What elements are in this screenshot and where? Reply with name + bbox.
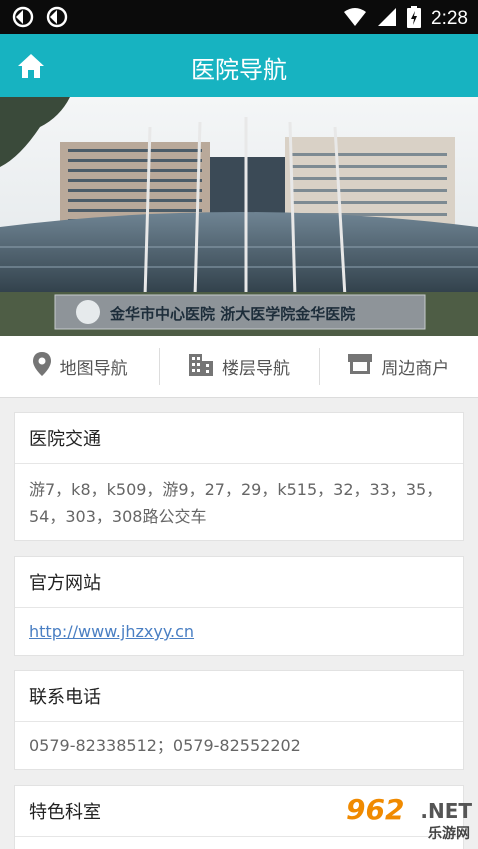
status-bar: 2:28 xyxy=(0,0,478,34)
website-link[interactable]: http://www.jhzxyy.cn xyxy=(29,622,194,641)
phone-body[interactable]: 0579-82338512；0579-82552202 xyxy=(15,722,463,769)
watermark-net: .NET xyxy=(420,799,472,823)
status-time: 2:28 xyxy=(431,8,468,29)
nav-nearby-label: 周边商户 xyxy=(381,359,450,379)
sync-icon xyxy=(12,6,34,32)
traffic-card: 医院交通 游7，k8，k509，游9，27，29，k515，32，33，35，5… xyxy=(14,412,464,541)
sync-icon xyxy=(46,6,68,32)
building-icon xyxy=(188,351,214,382)
battery-charging-icon xyxy=(407,6,422,32)
app-bar: 医院导航 xyxy=(0,34,478,97)
page-title: 医院导航 xyxy=(191,56,287,84)
location-pin-icon xyxy=(32,351,52,382)
website-card: 官方网站 http://www.jhzxyy.cn xyxy=(14,556,464,656)
watermark-sub: 乐游网 xyxy=(428,826,470,842)
signal-icon xyxy=(377,7,397,31)
nav-map[interactable]: 地图导航 xyxy=(0,336,159,397)
nav-nearby[interactable]: 周边商户 xyxy=(318,336,478,397)
hospital-sign: 金华市中心医院 浙大医学院金华医院 xyxy=(109,305,355,323)
wifi-icon xyxy=(343,7,367,31)
website-title: 官方网站 xyxy=(15,557,463,608)
phone-title: 联系电话 xyxy=(15,671,463,722)
hospital-photo: 金华市中心医院 浙大医学院金华医院 xyxy=(0,97,478,336)
watermark-num: 962 xyxy=(346,793,405,826)
nav-map-label: 地图导航 xyxy=(59,359,128,379)
nav-floor[interactable]: 楼层导航 xyxy=(159,336,318,397)
storefront-icon xyxy=(347,353,373,380)
traffic-title: 医院交通 xyxy=(15,413,463,464)
traffic-body: 游7，k8，k509，游9，27，29，k515，32，33，35，54，303… xyxy=(29,480,443,526)
navigation-row: 地图导航 楼层导航 周边商户 xyxy=(0,336,478,398)
watermark-logo: 962 .NET 乐游网 xyxy=(342,793,472,843)
nav-floor-label: 楼层导航 xyxy=(221,359,290,379)
phone-card: 联系电话 0579-82338512；0579-82552202 xyxy=(14,670,464,770)
